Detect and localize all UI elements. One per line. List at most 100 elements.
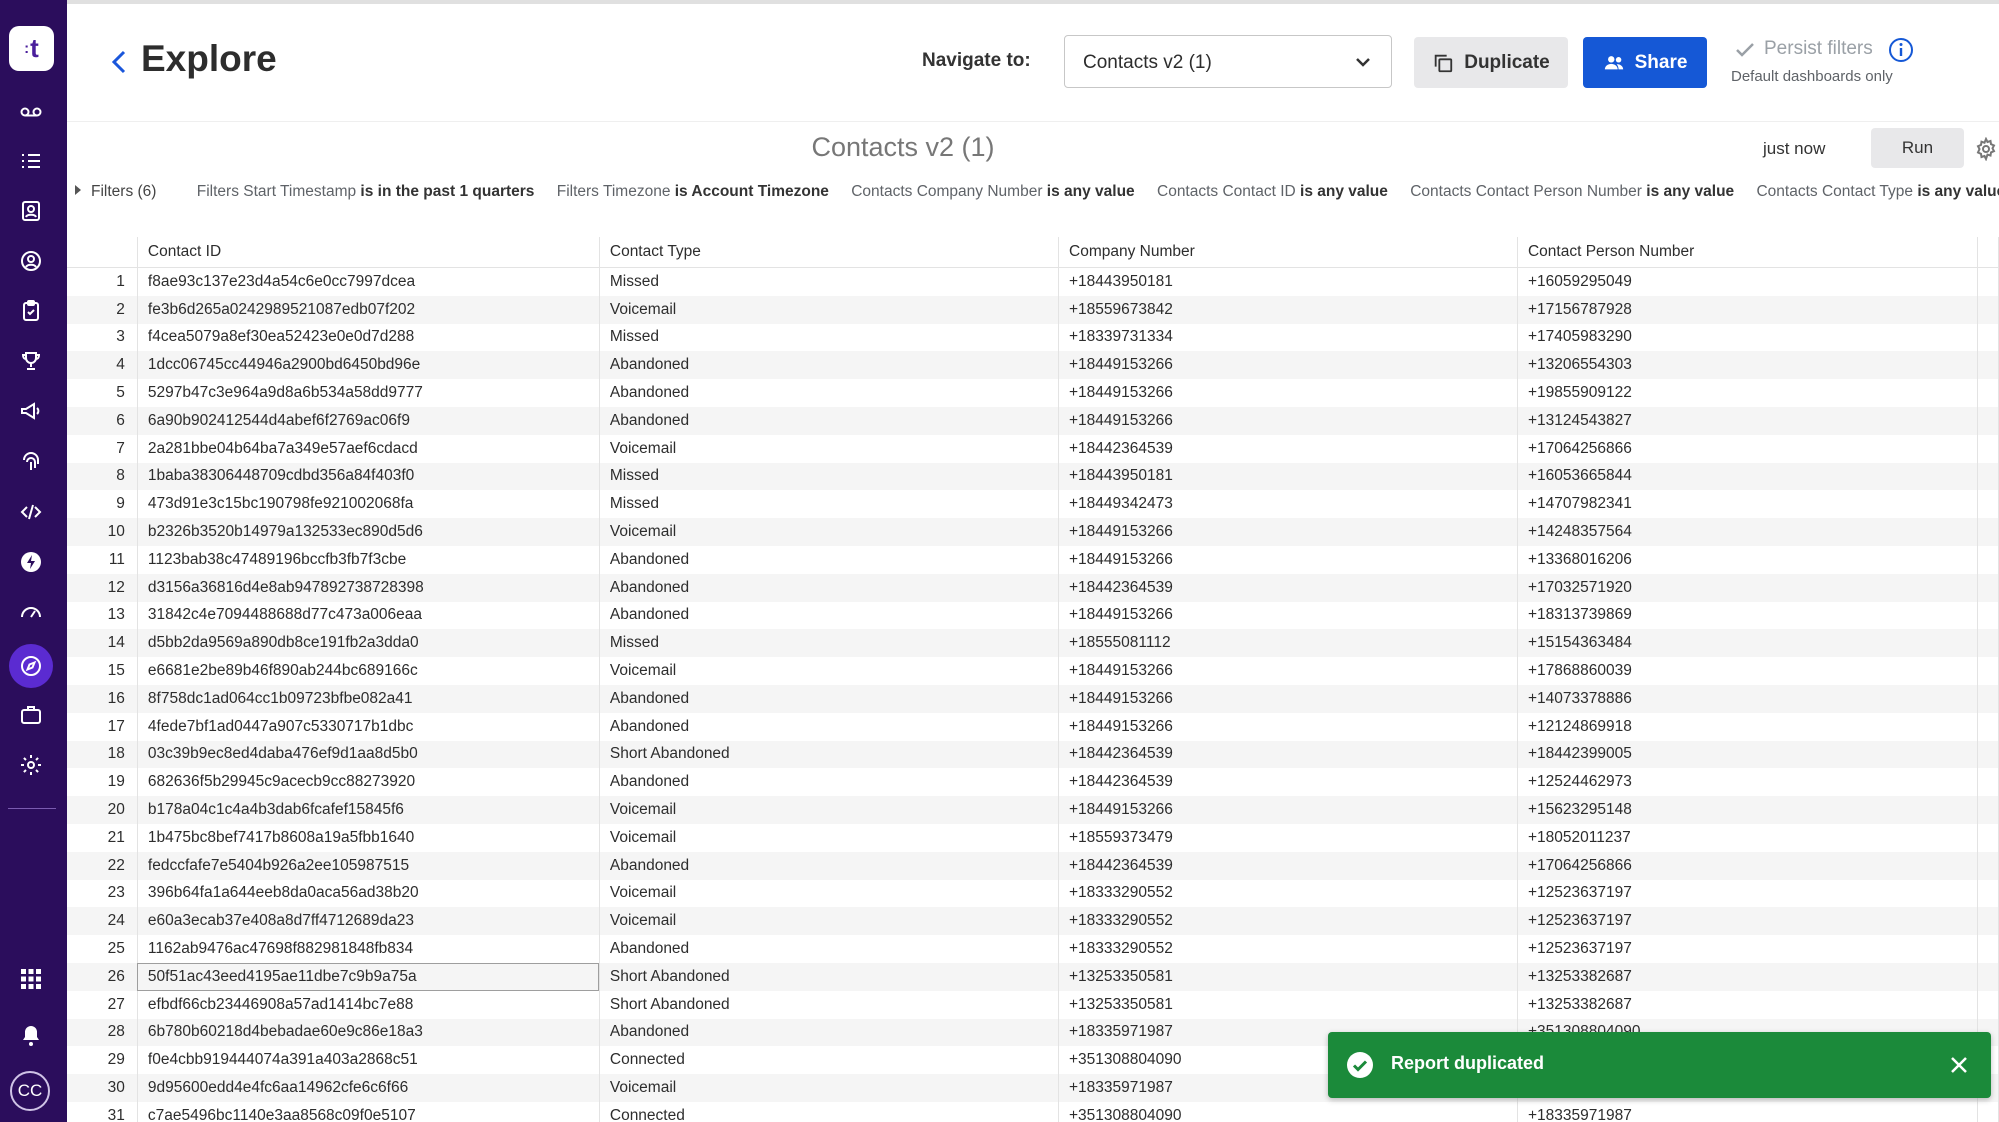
cell-company-number[interactable]: +18449153266	[1058, 379, 1518, 407]
cell-contact-id[interactable]: 9d95600edd4e4fc6aa14962cfe6c6f66	[137, 1074, 600, 1102]
cell-contact-person-number[interactable]: +17032571920	[1517, 573, 1979, 602]
cell-contact-person-number[interactable]: +12523637197	[1517, 935, 1979, 963]
cell-contact-person-number[interactable]: +14073378886	[1517, 684, 1979, 713]
table-row[interactable]: 19 682636f5b29945c9acecb9cc88273920 Abando…	[67, 768, 1999, 797]
table-row[interactable]: 26 50f51ac43eed4195ae11dbe7c9b9a75a Short …	[67, 962, 1999, 991]
cell-contact-type[interactable]: Voicemail	[599, 879, 1060, 908]
bell-icon[interactable]	[16, 1021, 46, 1051]
cell-contact-person-number[interactable]: +15623295148	[1517, 796, 1979, 824]
cell-contact-id[interactable]: 31842c4e7094488688d77c473a006eaa	[137, 601, 600, 630]
filter-chip[interactable]: Filters Start Timestamp is in the past 1…	[197, 183, 535, 201]
cell-contact-person-number[interactable]: +12124869918	[1517, 712, 1979, 741]
cell-contact-id[interactable]: b2326b3520b14979a132533ec890d5d6	[137, 518, 600, 546]
cell-contact-type[interactable]: Short Abandoned	[599, 962, 1060, 991]
settings-icon[interactable]	[16, 750, 46, 780]
cell-company-number[interactable]: +18449153266	[1058, 684, 1518, 713]
table-row[interactable]: 4 1dcc06745cc44946a2900bd6450bd96e Abandon…	[67, 351, 1999, 380]
cell-contact-id[interactable]: e6681e2be89b46f890ab244bc689166c	[137, 657, 600, 685]
cell-contact-type[interactable]: Missed	[599, 629, 1060, 658]
cell-contact-type[interactable]: Missed	[599, 267, 1060, 296]
cell-company-number[interactable]: +18559373479	[1058, 823, 1518, 852]
cell-contact-person-number[interactable]: +17868860039	[1517, 657, 1979, 685]
cell-contact-type[interactable]: Abandoned	[599, 545, 1060, 574]
cell-contact-id[interactable]: 50f51ac43eed4195ae11dbe7c9b9a75a	[137, 962, 600, 991]
cell-contact-person-number[interactable]: +17064256866	[1517, 434, 1979, 463]
contacts-icon[interactable]	[16, 196, 46, 226]
duplicate-button[interactable]: Duplicate	[1414, 37, 1568, 88]
cell-contact-id[interactable]: 4fede7bf1ad0447a907c5330717b1dbc	[137, 712, 600, 741]
cell-contact-type[interactable]: Voicemail	[599, 823, 1060, 852]
cell-contact-person-number[interactable]: +17405983290	[1517, 323, 1979, 352]
cell-company-number[interactable]: +18449153266	[1058, 406, 1518, 435]
table-row[interactable]: 5 5297b47c3e964a9d8a6b534a58dd9777 Abandon…	[67, 379, 1999, 407]
table-row[interactable]: 7 2a281bbe04b64ba7a349e57aef6cdacd Voicema…	[67, 434, 1999, 463]
cell-contact-person-number[interactable]: +18335971987	[1517, 1101, 1979, 1122]
cell-company-number[interactable]: +18442364539	[1058, 434, 1518, 463]
table-row[interactable]: 18 03c39b9ec8ed4daba476ef9d1aa8d5b0 Short …	[67, 740, 1999, 769]
cell-contact-type[interactable]: Abandoned	[599, 851, 1060, 880]
cell-contact-id[interactable]: 1b475bc8bef7417b8608a19a5fbb1640	[137, 823, 600, 852]
cell-contact-id[interactable]: 2a281bbe04b64ba7a349e57aef6cdacd	[137, 434, 600, 463]
cell-contact-id[interactable]: 1162ab9476ac47698f882981848fb834	[137, 935, 600, 963]
cell-company-number[interactable]: +18442364539	[1058, 573, 1518, 602]
cell-contact-id[interactable]: f8ae93c137e23d4a54c6e0cc7997dcea	[137, 267, 600, 296]
cell-contact-id[interactable]: f4cea5079a8ef30ea52423e0e0d7d288	[137, 323, 600, 352]
fingerprint-icon[interactable]	[16, 447, 46, 477]
explore-icon[interactable]	[16, 651, 46, 681]
cell-contact-person-number[interactable]: +14248357564	[1517, 518, 1979, 546]
filter-chip[interactable]: Contacts Contact Type is any value	[1756, 183, 1999, 201]
cell-contact-type[interactable]: Voicemail	[599, 518, 1060, 546]
apps-grid-icon[interactable]	[16, 964, 46, 994]
table-row[interactable]: 27 efbdf66cb23446908a57ad1414bc7e88 Short …	[67, 990, 1999, 1019]
cell-contact-type[interactable]: Connected	[599, 1101, 1060, 1122]
cell-company-number[interactable]: +18333290552	[1058, 879, 1518, 908]
agent-icon[interactable]	[16, 246, 46, 276]
briefcase-icon[interactable]	[16, 700, 46, 730]
cell-contact-type[interactable]: Missed	[599, 462, 1060, 491]
gauge-icon[interactable]	[16, 597, 46, 627]
cell-contact-type[interactable]: Abandoned	[599, 601, 1060, 630]
cell-contact-id[interactable]: 6a90b902412544d4abef6f2769ac06f9	[137, 406, 600, 435]
cell-contact-person-number[interactable]: +17156787928	[1517, 295, 1979, 324]
table-row[interactable]: 24 e60a3ecab37e408a8d7ff4712689da23 Voicem…	[67, 907, 1999, 936]
cell-company-number[interactable]: +18443950181	[1058, 462, 1518, 491]
table-row[interactable]: 17 4fede7bf1ad0447a907c5330717b1dbc Abando…	[67, 712, 1999, 741]
bolt-icon[interactable]	[16, 547, 46, 577]
table-row[interactable]: 2 fe3b6d265a0242989521087edb07f202 Voicema…	[67, 295, 1999, 324]
table-row[interactable]: 11 1123bab38c47489196bccfb3fb7f3cbe Abando…	[67, 545, 1999, 574]
cell-contact-id[interactable]: e60a3ecab37e408a8d7ff4712689da23	[137, 907, 600, 936]
filters-toggle[interactable]: Filters (6)	[75, 183, 156, 201]
column-header-contact-id[interactable]: Contact ID	[137, 237, 600, 268]
table-row[interactable]: 12 d3156a36816d4e8ab947892738728398 Abando…	[67, 573, 1999, 602]
cell-contact-person-number[interactable]: +13206554303	[1517, 351, 1979, 380]
cell-contact-id[interactable]: fedccfafe7e5404b926a2ee105987515	[137, 851, 600, 880]
voicemail-icon[interactable]	[16, 97, 46, 127]
cell-contact-type[interactable]: Short Abandoned	[599, 740, 1060, 769]
avatar[interactable]: CC	[10, 1071, 50, 1111]
cell-contact-type[interactable]: Abandoned	[599, 1018, 1060, 1047]
cell-company-number[interactable]: +18339731334	[1058, 323, 1518, 352]
cell-contact-person-number[interactable]: +18442399005	[1517, 740, 1979, 769]
cell-contact-type[interactable]: Abandoned	[599, 379, 1060, 407]
cell-company-number[interactable]: +18449153266	[1058, 518, 1518, 546]
column-header-company-number[interactable]: Company Number	[1058, 237, 1518, 268]
cell-company-number[interactable]: +18449153266	[1058, 796, 1518, 824]
table-row[interactable]: 9 473d91e3c15bc190798fe921002068fa Missed +…	[67, 490, 1999, 519]
cell-contact-type[interactable]: Connected	[599, 1046, 1060, 1075]
cell-contact-person-number[interactable]: +14707982341	[1517, 490, 1979, 519]
filter-chip[interactable]: Filters Timezone is Account Timezone	[557, 183, 829, 201]
cell-contact-person-number[interactable]: +19855909122	[1517, 379, 1979, 407]
cell-contact-person-number[interactable]: +18313739869	[1517, 601, 1979, 630]
table-row[interactable]: 6 6a90b902412544d4abef6f2769ac06f9 Abandon…	[67, 406, 1999, 435]
cell-contact-id[interactable]: 1123bab38c47489196bccfb3fb7f3cbe	[137, 545, 600, 574]
table-row[interactable]: 8 1baba38306448709cdbd356a84f403f0 Missed +…	[67, 462, 1999, 491]
gear-icon[interactable]	[1974, 136, 1998, 162]
cell-contact-person-number[interactable]: +16059295049	[1517, 267, 1979, 296]
cell-company-number[interactable]: +18442364539	[1058, 851, 1518, 880]
cell-contact-id[interactable]: 1dcc06745cc44946a2900bd6450bd96e	[137, 351, 600, 380]
cell-contact-person-number[interactable]: +17064256866	[1517, 851, 1979, 880]
cell-contact-id[interactable]: 03c39b9ec8ed4daba476ef9d1aa8d5b0	[137, 740, 600, 769]
cell-contact-type[interactable]: Abandoned	[599, 712, 1060, 741]
cell-company-number[interactable]: +18449153266	[1058, 545, 1518, 574]
cell-company-number[interactable]: +18443950181	[1058, 267, 1518, 296]
